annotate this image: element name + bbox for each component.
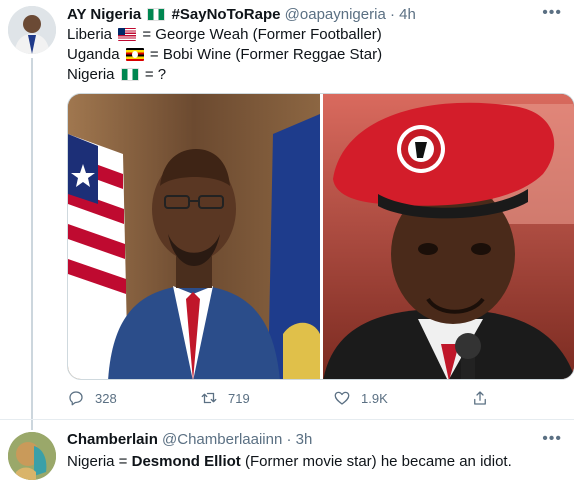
line-text: = George Weah (Former Footballer) — [142, 26, 382, 43]
avatar[interactable] — [8, 6, 56, 54]
author-handle[interactable]: @Chamberlaaiinn — [162, 431, 282, 448]
separator: · — [286, 431, 292, 448]
line-text: = ? — [144, 66, 167, 83]
heart-icon — [334, 391, 350, 405]
media-image-bobi-wine[interactable] — [323, 94, 574, 379]
reply-button[interactable]: 328 — [67, 389, 117, 407]
avatar[interactable] — [8, 432, 56, 480]
timestamp[interactable]: 3h — [296, 431, 313, 448]
author-name[interactable]: AY Nigeria — [67, 6, 141, 23]
liberia-flag-icon — [118, 28, 137, 41]
uganda-flag-icon — [125, 48, 144, 61]
country-label: Uganda — [67, 46, 120, 63]
author-name-suffix[interactable]: #SayNoToRape — [172, 6, 281, 23]
reply-text-before: Nigeria = — [67, 453, 128, 470]
reply-text: Nigeria = Desmond Elliot (Former movie s… — [67, 452, 512, 472]
media-image-george-weah[interactable] — [68, 94, 320, 379]
tweet-text-line: Liberia = George Weah (Former Footballer… — [67, 25, 382, 45]
tweet-text-line: Nigeria = ? — [67, 65, 166, 85]
tweet-media[interactable] — [67, 93, 574, 380]
line-text: = Bobi Wine (Former Reggae Star) — [149, 46, 383, 63]
tweet-header: AY Nigeria #SayNoToRape @oapaynigeria · … — [67, 5, 416, 25]
separator: · — [389, 6, 395, 23]
retweet-button[interactable]: 719 — [200, 389, 250, 407]
more-options-icon[interactable]: ••• — [542, 430, 562, 448]
reply-text-after: (Former movie star) he became an idiot. — [244, 453, 512, 470]
reply-count: 328 — [95, 390, 117, 406]
reply-icon — [69, 391, 83, 406]
nigeria-flag-icon — [120, 68, 139, 81]
timestamp[interactable]: 4h — [399, 6, 416, 23]
like-count: 1.9K — [361, 390, 388, 406]
reply-text-bold: Desmond Elliot — [131, 453, 241, 470]
reply-header: Chamberlain @Chamberlaaiinn · 3h — [67, 430, 312, 450]
share-icon — [474, 391, 486, 405]
share-button[interactable] — [471, 389, 489, 407]
retweet-icon — [201, 392, 217, 404]
nigeria-flag-icon — [147, 8, 166, 21]
country-label: Nigeria — [67, 66, 115, 83]
tweet-text-line: Uganda = Bobi Wine (Former Reggae Star) — [67, 45, 382, 65]
author-handle[interactable]: @oapaynigeria — [285, 6, 386, 23]
retweet-count: 719 — [228, 390, 250, 406]
thread-line — [31, 58, 33, 430]
author-name[interactable]: Chamberlain — [67, 431, 158, 448]
like-button[interactable]: 1.9K — [333, 389, 388, 407]
more-options-icon[interactable]: ••• — [542, 4, 562, 22]
country-label: Liberia — [67, 26, 113, 43]
